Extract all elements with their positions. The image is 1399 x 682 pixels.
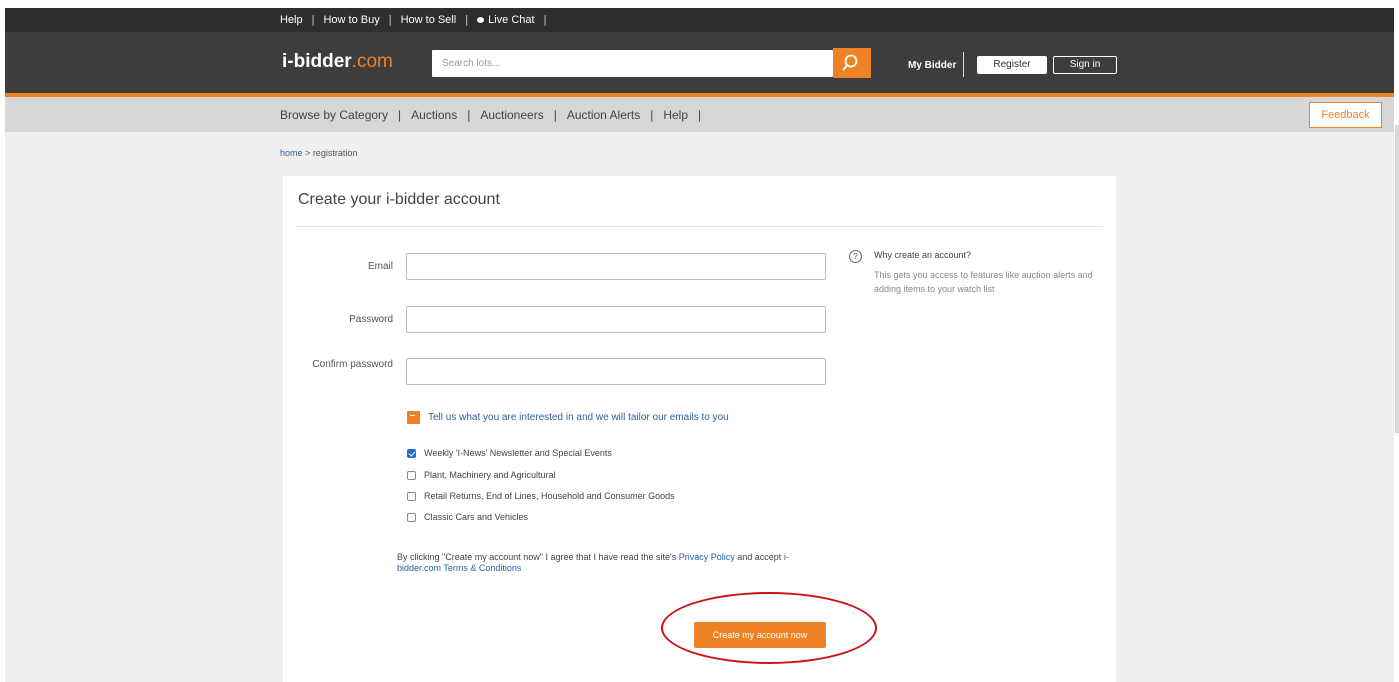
logo-suffix: .com bbox=[351, 51, 393, 72]
logo-main: i-bidder bbox=[282, 51, 352, 72]
collapse-icon bbox=[407, 411, 420, 424]
nav-auction-alerts[interactable]: Auction Alerts bbox=[567, 108, 640, 122]
nav-separator: | bbox=[698, 108, 702, 122]
page-title: Create your i-bidder account bbox=[298, 191, 500, 208]
sign-in-button[interactable]: Sign in bbox=[1053, 56, 1117, 74]
interest-option[interactable]: Plant, Machinery and Agricultural bbox=[407, 470, 556, 480]
breadcrumb: home > registration bbox=[280, 148, 357, 158]
nav-separator: | bbox=[553, 108, 557, 122]
terms-mid: and accept bbox=[734, 552, 784, 562]
separator: | bbox=[388, 14, 392, 26]
email-field[interactable] bbox=[406, 253, 826, 280]
password-field[interactable] bbox=[406, 306, 826, 333]
search-button[interactable] bbox=[833, 48, 871, 78]
how-to-buy-link[interactable]: How to Buy bbox=[323, 14, 379, 26]
nav-help[interactable]: Help bbox=[663, 108, 688, 122]
my-bidder-link[interactable]: My Bidder bbox=[908, 60, 956, 71]
title-divider bbox=[295, 226, 1103, 227]
why-text: This gets you access to features like au… bbox=[874, 270, 1093, 294]
site-header: i-bidder.com My Bidder Register Sign in bbox=[5, 32, 1394, 97]
interest-label: Classic Cars and Vehicles bbox=[424, 512, 529, 522]
nav-separator: | bbox=[650, 108, 654, 122]
separator: | bbox=[543, 14, 547, 26]
nav-browse-by-category[interactable]: Browse by Category bbox=[280, 108, 388, 122]
checkbox[interactable] bbox=[407, 470, 416, 480]
terms-prefix: By clicking "Create my account now" I ag… bbox=[397, 552, 679, 562]
how-to-sell-link[interactable]: How to Sell bbox=[401, 14, 457, 26]
breadcrumb-home[interactable]: home bbox=[280, 148, 303, 158]
nav-auctions[interactable]: Auctions bbox=[411, 108, 457, 122]
email-label: Email bbox=[367, 261, 393, 272]
registration-card: Create your i-bidder account Email Passw… bbox=[283, 176, 1116, 682]
nav-separator: | bbox=[398, 108, 402, 122]
site-logo[interactable]: i-bidder.com bbox=[282, 51, 393, 73]
separator: | bbox=[311, 14, 315, 26]
checkbox[interactable] bbox=[407, 491, 416, 501]
top-links-bar: Help | How to Buy | How to Sell | Live C… bbox=[5, 8, 1394, 32]
browser-viewport: Help | How to Buy | How to Sell | Live C… bbox=[5, 8, 1394, 682]
confirm-password-label: Confirm password bbox=[312, 359, 393, 370]
interest-option[interactable]: Weekly 'I-News' Newsletter and Special E… bbox=[407, 448, 612, 458]
privacy-policy-link[interactable]: Privacy Policy bbox=[679, 552, 735, 562]
interests-toggle-label: Tell us what you are interested in and w… bbox=[428, 412, 729, 423]
scrollbar-edge[interactable] bbox=[1395, 125, 1399, 433]
create-account-button[interactable]: Create my account now bbox=[694, 622, 826, 648]
why-title: Why create an account? bbox=[874, 250, 972, 260]
interests-list[interactable]: Weekly 'I-News' Newsletter and Special E… bbox=[283, 446, 883, 522]
register-button[interactable]: Register bbox=[977, 56, 1047, 74]
breadcrumb-current: registration bbox=[312, 148, 358, 158]
header-divider bbox=[963, 52, 964, 77]
separator: | bbox=[465, 14, 469, 26]
interest-option[interactable]: Classic Cars and Vehicles bbox=[407, 512, 528, 522]
checkbox-checked[interactable] bbox=[407, 448, 416, 458]
question-icon: ? bbox=[849, 250, 862, 263]
search-icon bbox=[842, 54, 858, 71]
password-label: Password bbox=[349, 314, 393, 325]
interests-toggle[interactable]: Tell us what you are interested in and w… bbox=[407, 411, 729, 424]
terms-notice: By clicking "Create my account now" I ag… bbox=[397, 552, 827, 574]
search-input[interactable] bbox=[432, 50, 833, 77]
nav-separator: | bbox=[467, 108, 471, 122]
feedback-button[interactable]: Feedback bbox=[1309, 102, 1382, 128]
confirm-password-field[interactable] bbox=[406, 358, 826, 385]
main-nav: Browse by Category | Auctions | Auctione… bbox=[5, 97, 1394, 132]
live-chat-label: Live Chat bbox=[488, 14, 535, 26]
live-chat-link[interactable]: Live Chat bbox=[477, 14, 535, 26]
interest-label: Retail Returns, End of Lines, Household … bbox=[424, 491, 675, 501]
chat-bubble-icon bbox=[477, 17, 485, 23]
checkbox[interactable] bbox=[407, 512, 416, 522]
interest-option[interactable]: Retail Returns, End of Lines, Household … bbox=[407, 491, 675, 501]
help-link[interactable]: Help bbox=[280, 14, 303, 26]
nav-auctioneers[interactable]: Auctioneers bbox=[480, 108, 543, 122]
breadcrumb-arrow: > bbox=[305, 148, 311, 158]
interest-label: Plant, Machinery and Agricultural bbox=[424, 470, 556, 480]
interest-label: Weekly 'I-News' Newsletter and Special E… bbox=[424, 448, 612, 458]
